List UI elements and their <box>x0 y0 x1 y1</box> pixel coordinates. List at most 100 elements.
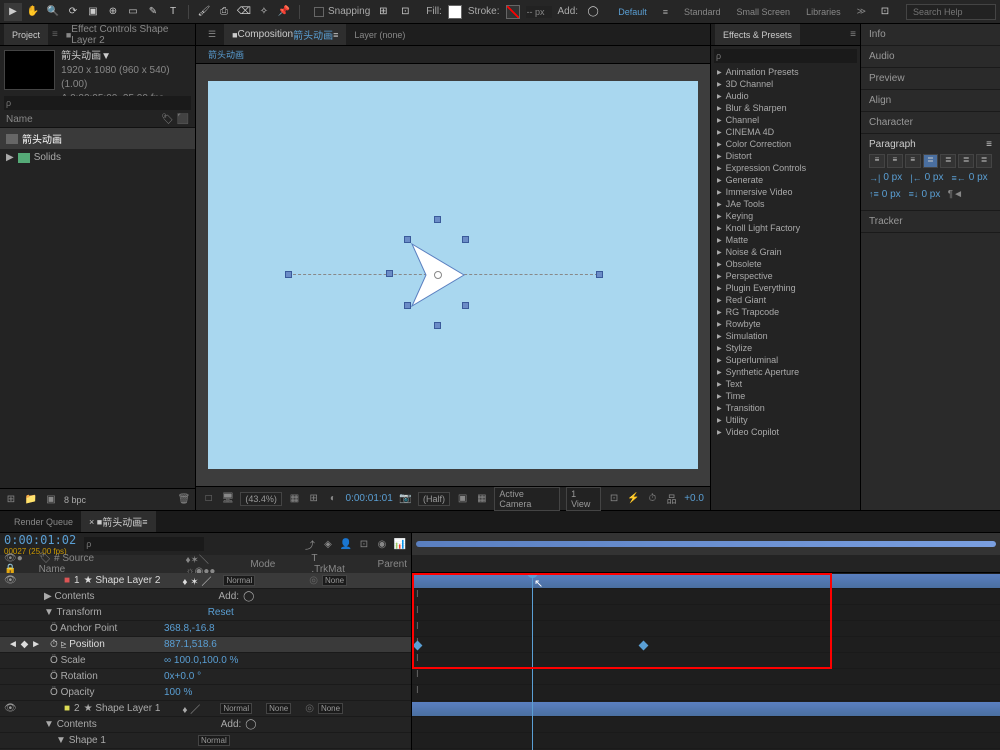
work-area-bar[interactable] <box>416 541 996 547</box>
effect-category[interactable]: Keying <box>711 210 860 222</box>
workspace-small[interactable]: Small Screen <box>731 5 797 19</box>
effect-category[interactable]: Plugin Everything <box>711 282 860 294</box>
effect-category[interactable]: Matte <box>711 234 860 246</box>
graph-editor-icon[interactable]: 📊 <box>393 537 407 551</box>
layer-switch-icon[interactable]: ☰ <box>200 24 224 45</box>
zoom-tool[interactable]: 🔍 <box>44 3 62 21</box>
effect-category[interactable]: Channel <box>711 114 860 126</box>
workspace-libraries[interactable]: Libraries <box>800 5 847 19</box>
align-right-button[interactable]: ≡ <box>905 154 921 168</box>
resolution-dropdown[interactable]: (Half) <box>418 492 450 506</box>
visibility-toggle[interactable]: 👁 <box>4 703 16 714</box>
pen-tool[interactable]: ✎ <box>144 3 162 21</box>
render-queue-tab[interactable]: Render Queue <box>6 511 81 532</box>
frame-blend-icon[interactable]: ⊡ <box>357 537 371 551</box>
timeline-search-input[interactable] <box>84 537 204 551</box>
delete-icon[interactable]: 🗑 <box>177 493 191 507</box>
flowchart-icon[interactable]: 品 <box>665 492 678 506</box>
contents-row[interactable]: ▶ ContentsAdd: ◯ <box>0 589 411 605</box>
shape1-row[interactable]: ▼ Shape 1Normal <box>0 733 411 749</box>
effect-category[interactable]: Simulation <box>711 330 860 342</box>
info-panel-tab[interactable]: Info <box>861 24 1000 46</box>
transparency-icon[interactable]: ▦ <box>475 492 488 506</box>
stroke-swatch[interactable] <box>506 5 520 19</box>
layer-bar[interactable] <box>412 574 1000 588</box>
add-menu-icon[interactable]: ◯ <box>584 3 602 21</box>
composition-canvas[interactable] <box>208 81 698 469</box>
indent-right[interactable]: ≡← 0 px <box>952 172 988 183</box>
layer-2-row[interactable]: 👁 ■2 ★ Shape Layer 1 ♦ ／ Normal None ◎ N… <box>0 701 411 717</box>
project-item-comp[interactable]: 箭头动画 <box>0 128 195 149</box>
timeline-icon[interactable]: ⏱ <box>646 492 659 506</box>
tracker-panel-tab[interactable]: Tracker <box>861 211 1000 233</box>
space-before[interactable]: ↑≡ 0 px <box>869 187 901 201</box>
transform-row[interactable]: ▼ TransformReset <box>0 605 411 621</box>
roto-tool[interactable]: ✧ <box>255 3 273 21</box>
selection-tool[interactable]: ▶ <box>4 3 22 21</box>
rect-tool[interactable]: ▭ <box>124 3 142 21</box>
magnification-icon[interactable]: 🖥 <box>221 492 234 506</box>
effect-category[interactable]: Text <box>711 378 860 390</box>
workspace-reset-icon[interactable]: ⊡ <box>876 3 894 21</box>
visibility-toggle[interactable]: 👁 <box>4 575 16 586</box>
bbox-handle[interactable] <box>462 236 469 243</box>
bbox-handle[interactable] <box>404 236 411 243</box>
effect-category[interactable]: Utility <box>711 414 860 426</box>
viewer-time[interactable]: 0:00:01:01 <box>346 493 393 504</box>
effect-category[interactable]: Obsolete <box>711 258 860 270</box>
brush-tool[interactable]: 🖌 <box>195 3 213 21</box>
layer-bar[interactable] <box>412 702 1000 716</box>
effect-category[interactable]: Color Correction <box>711 138 860 150</box>
bbox-handle[interactable] <box>434 322 441 329</box>
align-panel-tab[interactable]: Align <box>861 90 1000 112</box>
effect-category[interactable]: 3D Channel <box>711 78 860 90</box>
comp-mini-flowchart-icon[interactable]: ⤴ <box>303 537 317 551</box>
eraser-tool[interactable]: ⌫ <box>235 3 253 21</box>
effect-category[interactable]: Time <box>711 390 860 402</box>
trkmat-dropdown[interactable]: None <box>266 703 291 714</box>
blend-mode-dropdown[interactable]: Normal <box>223 575 255 586</box>
always-preview-icon[interactable]: □ <box>202 492 215 506</box>
motion-blur-icon[interactable]: ◉ <box>375 537 389 551</box>
audio-panel-tab[interactable]: Audio <box>861 46 1000 68</box>
bbox-handle[interactable] <box>386 270 393 277</box>
mask-icon[interactable]: ◐ <box>326 492 339 506</box>
effect-category[interactable]: Knoll Light Factory <box>711 222 860 234</box>
rotation-row[interactable]: Ö Rotation0x+0.0 ° <box>0 669 411 685</box>
align-left-button[interactable]: ≡ <box>869 154 885 168</box>
path-handle[interactable] <box>285 271 292 278</box>
blend-mode-dropdown[interactable]: Normal <box>220 703 252 714</box>
bpc-label[interactable]: 8 bpc <box>64 495 86 505</box>
effects-search-input[interactable] <box>714 49 857 63</box>
effect-category[interactable]: Video Copilot <box>711 426 860 438</box>
indent-left[interactable]: →| 0 px <box>869 172 902 183</box>
clone-tool[interactable]: ⎙ <box>215 3 233 21</box>
stroke-width-input[interactable] <box>526 6 552 18</box>
anchor-point-row[interactable]: Ö Anchor Point368.8,-16.8 <box>0 621 411 637</box>
interpret-footage-icon[interactable]: ⊞ <box>4 493 18 507</box>
effect-category[interactable]: Transition <box>711 402 860 414</box>
effects-presets-tab[interactable]: Effects & Presets <box>715 24 800 45</box>
puppet-tool[interactable]: 📌 <box>275 3 293 21</box>
workspace-standard[interactable]: Standard <box>678 5 727 19</box>
justify-last-left-button[interactable]: ≣ <box>923 154 939 168</box>
effect-category[interactable]: Noise & Grain <box>711 246 860 258</box>
layer-tab[interactable]: Layer (none) <box>346 24 413 45</box>
rotate-tool[interactable]: ⟳ <box>64 3 82 21</box>
snapshot-icon[interactable]: 📷 <box>399 492 412 506</box>
snap-opt1-icon[interactable]: ⊞ <box>374 3 392 21</box>
guides-icon[interactable]: ⊞ <box>307 492 320 506</box>
roi-icon[interactable]: ▣ <box>456 492 469 506</box>
bbox-handle[interactable] <box>462 302 469 309</box>
para-direction-icon[interactable]: ¶◄ <box>948 187 962 201</box>
fill-swatch[interactable] <box>448 5 462 19</box>
effect-category[interactable]: RG Trapcode <box>711 306 860 318</box>
effect-category[interactable]: CINEMA 4D <box>711 126 860 138</box>
effect-category[interactable]: Perspective <box>711 270 860 282</box>
breadcrumb[interactable]: 箭头动画 <box>202 46 250 63</box>
effect-category[interactable]: Distort <box>711 150 860 162</box>
shy-icon[interactable]: 👤 <box>339 537 353 551</box>
workspace-default[interactable]: Default <box>612 5 653 19</box>
justify-last-right-button[interactable]: ≣ <box>958 154 974 168</box>
keyframe[interactable] <box>639 641 649 651</box>
